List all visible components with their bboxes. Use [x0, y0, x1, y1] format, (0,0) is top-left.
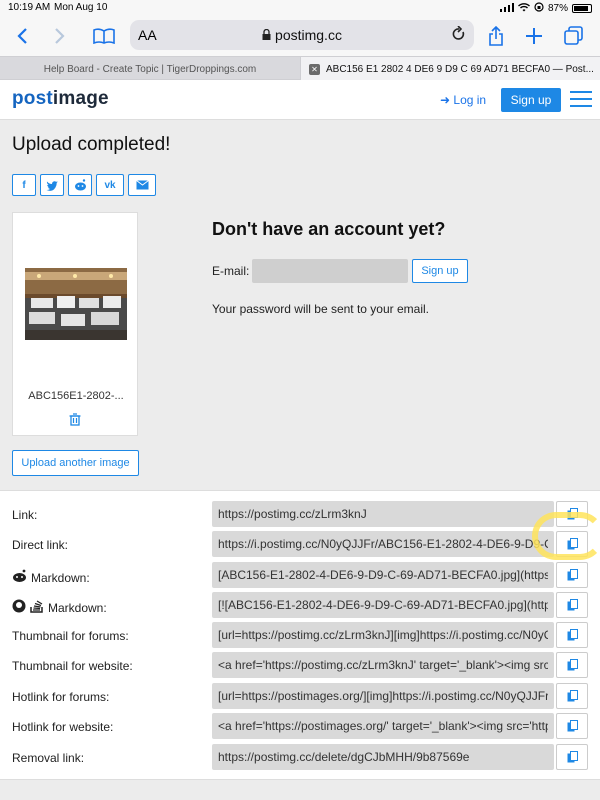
page-title: Upload completed! — [12, 134, 171, 155]
thumb-website-label: Thumbnail for website: — [12, 659, 133, 673]
removal-link-field[interactable] — [212, 744, 554, 770]
markdown-reddit-label: Markdown: — [12, 569, 90, 586]
copy-icon[interactable] — [556, 713, 588, 739]
facebook-share-button[interactable]: f — [12, 174, 36, 196]
site-header: postimage ➜ Log in Sign up — [0, 80, 600, 120]
link-row-hotlink-forums: Hotlink for forums: — [0, 683, 600, 711]
reload-icon[interactable] — [452, 25, 466, 47]
links-panel: Link: Direct link: Markdown: Markdown: T… — [0, 490, 600, 780]
reddit-share-button[interactable] — [68, 174, 92, 196]
url-text: postimg.cc — [275, 27, 342, 43]
uploaded-image-thumbnail[interactable] — [25, 268, 127, 340]
email-label: E-mail: — [212, 264, 250, 278]
signup-button[interactable]: Sign up — [412, 259, 468, 283]
github-icon — [12, 599, 26, 616]
link-row-removal: Removal link: — [0, 744, 600, 772]
reddit-icon — [12, 569, 27, 586]
status-bar: 10:19 AM Mon Aug 10 87% — [0, 0, 600, 16]
link-row-link: Link: — [0, 501, 600, 529]
lock-icon — [262, 27, 271, 43]
tabs-overview-icon[interactable] — [560, 22, 588, 50]
direct-link-label: Direct link: — [12, 538, 69, 552]
copy-icon[interactable] — [556, 562, 588, 588]
direct-link-field[interactable] — [212, 531, 554, 557]
back-icon[interactable] — [8, 22, 36, 50]
bookmarks-icon[interactable] — [90, 22, 118, 50]
copy-icon[interactable] — [556, 683, 588, 709]
thumb-forums-label: Thumbnail for forums: — [12, 629, 129, 643]
new-tab-icon[interactable] — [520, 22, 548, 50]
postimage-logo[interactable]: postimage — [12, 88, 109, 110]
upload-another-button[interactable]: Upload another image — [12, 450, 139, 476]
markdown-reddit-field[interactable] — [212, 562, 554, 588]
browser-toolbar: AA postimg.cc — [0, 16, 600, 56]
login-icon: ➜ — [440, 93, 451, 107]
twitter-share-button[interactable] — [40, 174, 64, 196]
header-signup-button[interactable]: Sign up — [501, 88, 561, 112]
tab-title: ABC156 E1 2802 4 DE6 9 D9 C 69 AD71 BECF… — [326, 63, 594, 75]
email-share-button[interactable] — [128, 174, 156, 196]
link-row-thumb-forums: Thumbnail for forums: — [0, 622, 600, 650]
password-note: Your password will be sent to your email… — [212, 302, 429, 316]
status-date: Mon Aug 10 — [54, 2, 108, 13]
hotlink-website-field[interactable] — [212, 713, 554, 739]
uploaded-image-card: ABC156E1-2802-... — [12, 212, 138, 436]
battery-percent: 87% — [547, 3, 568, 14]
login-link[interactable]: ➜ Log in — [440, 93, 486, 107]
copy-icon[interactable] — [556, 592, 588, 618]
image-file-name: ABC156E1-2802-... — [28, 390, 124, 402]
hotlink-forums-field[interactable] — [212, 683, 554, 709]
status-right: 87% — [499, 2, 592, 15]
markdown-github-label: Markdown: — [12, 599, 107, 616]
tab-bar: Help Board - Create Topic | TigerDroppin… — [0, 56, 600, 81]
link-row-markdown-github: Markdown: — [0, 592, 600, 620]
rotation-lock-icon — [534, 2, 544, 15]
link-field[interactable] — [212, 501, 554, 527]
menu-icon[interactable] — [570, 91, 592, 109]
link-row-hotlink-website: Hotlink for website: — [0, 713, 600, 741]
highlight-annotation — [532, 512, 600, 560]
stackoverflow-icon — [30, 599, 44, 616]
account-title: Don't have an account yet? — [212, 219, 446, 239]
hotlink-website-label: Hotlink for website: — [12, 720, 114, 734]
url-display: postimg.cc — [130, 27, 474, 43]
wifi-icon — [518, 2, 530, 15]
close-tab-icon[interactable]: ✕ — [309, 63, 320, 75]
link-row-markdown-reddit: Markdown: — [0, 562, 600, 590]
share-buttons: f vk — [12, 174, 156, 196]
removal-link-label: Removal link: — [12, 751, 85, 765]
copy-icon[interactable] — [556, 622, 588, 648]
link-label: Link: — [12, 508, 38, 522]
tab-title: Help Board - Create Topic | TigerDroppin… — [43, 63, 257, 75]
markdown-github-field[interactable] — [212, 592, 554, 618]
signal-icon — [499, 2, 514, 15]
battery-icon — [572, 4, 592, 13]
email-field[interactable] — [252, 259, 408, 283]
hotlink-forums-label: Hotlink for forums: — [12, 690, 110, 704]
forward-icon[interactable] — [46, 22, 74, 50]
vk-share-button[interactable]: vk — [96, 174, 124, 196]
copy-icon[interactable] — [556, 652, 588, 678]
tab-postimage[interactable]: ✕ ABC156 E1 2802 4 DE6 9 D9 C 69 AD71 BE… — [300, 57, 600, 81]
tab-tigerdroppings[interactable]: Help Board - Create Topic | TigerDroppin… — [0, 57, 300, 81]
address-bar[interactable]: AA postimg.cc — [130, 20, 474, 50]
thumb-forums-field[interactable] — [212, 622, 554, 648]
status-time: 10:19 AM — [8, 2, 51, 13]
link-row-direct: Direct link: — [0, 531, 600, 559]
thumb-website-field[interactable] — [212, 652, 554, 678]
copy-icon[interactable] — [556, 744, 588, 770]
trash-icon[interactable] — [69, 413, 81, 431]
link-row-thumb-website: Thumbnail for website: — [0, 652, 600, 680]
share-icon[interactable] — [482, 22, 510, 50]
